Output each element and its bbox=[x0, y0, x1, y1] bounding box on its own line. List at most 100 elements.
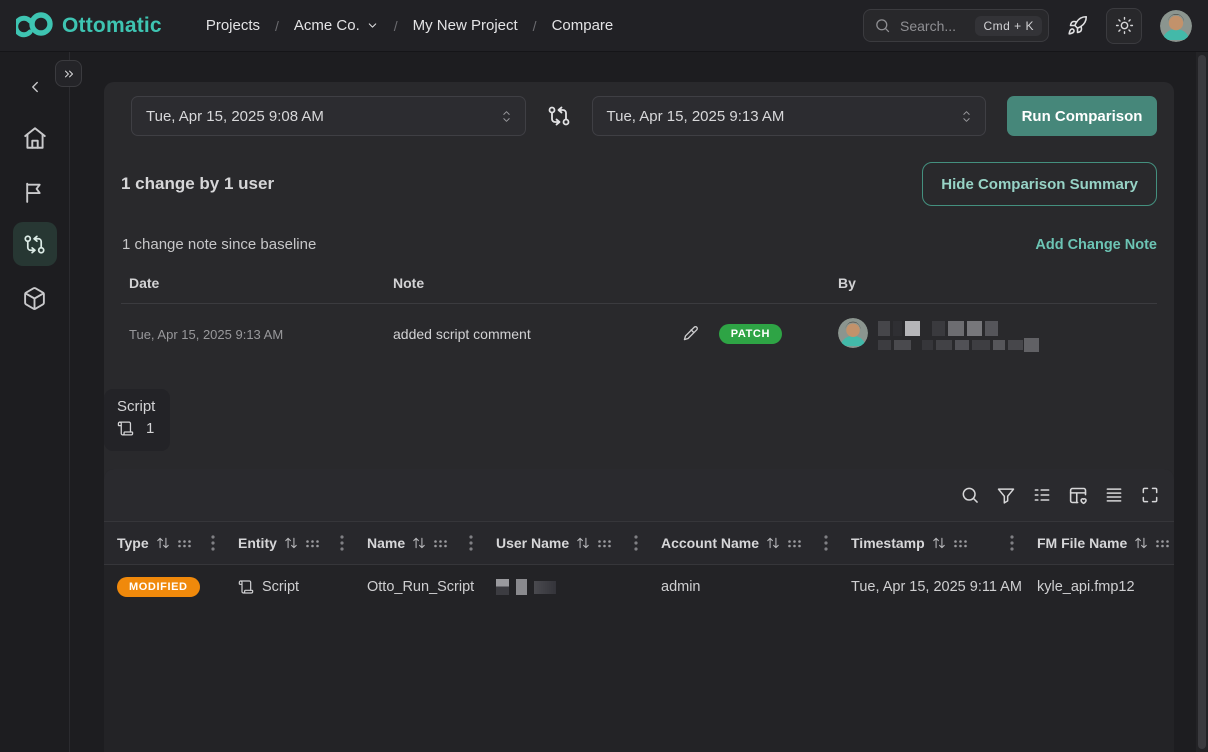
change-note-text: added script comment bbox=[393, 326, 531, 342]
breadcrumb: Projects / Acme Co. / My New Project / C… bbox=[206, 17, 613, 34]
modified-badge: MODIFIED bbox=[117, 577, 200, 597]
column-menu-icon[interactable] bbox=[205, 535, 221, 551]
sidebar-item-home[interactable] bbox=[13, 116, 57, 160]
column-menu-icon[interactable] bbox=[818, 535, 834, 551]
scrollbar-thumb[interactable] bbox=[1198, 55, 1206, 749]
app-logo[interactable]: Ottomatic bbox=[16, 11, 162, 41]
column-menu-icon[interactable] bbox=[628, 535, 644, 551]
drag-handle-icon[interactable] bbox=[953, 538, 968, 549]
search-shortcut-badge: Cmd + K bbox=[975, 16, 1042, 36]
drag-handle-icon[interactable] bbox=[305, 538, 320, 549]
drag-handle-icon[interactable] bbox=[597, 538, 612, 549]
theme-toggle-button[interactable] bbox=[1106, 8, 1142, 44]
chevron-down-icon bbox=[366, 19, 379, 32]
grid-columns-list-icon[interactable] bbox=[1032, 485, 1052, 505]
select-chevrons-icon bbox=[500, 109, 513, 124]
sort-icon[interactable] bbox=[766, 536, 780, 550]
timestamp: Tue, Apr 15, 2025 9:11 AM bbox=[838, 579, 1024, 595]
tab-script[interactable]: Script 1 bbox=[104, 389, 170, 451]
breadcrumb-separator: / bbox=[275, 18, 279, 34]
breadcrumb-separator: / bbox=[533, 18, 537, 34]
run-comparison-button[interactable]: Run Comparison bbox=[1007, 96, 1157, 136]
sort-icon[interactable] bbox=[412, 536, 426, 550]
sort-icon[interactable] bbox=[284, 536, 298, 550]
sidebar-item-deployments[interactable] bbox=[13, 276, 57, 320]
ottomatic-logo-icon bbox=[16, 11, 54, 41]
change-note-row: Tue, Apr 15, 2025 9:13 AM added script c… bbox=[121, 304, 1157, 364]
breadcrumb-separator: / bbox=[394, 18, 398, 34]
account-name: admin bbox=[648, 579, 838, 595]
grid-filter-icon[interactable] bbox=[996, 485, 1016, 505]
git-compare-icon bbox=[23, 233, 46, 256]
search-icon bbox=[874, 17, 891, 34]
sidebar-item-compare[interactable] bbox=[13, 222, 57, 266]
sun-icon bbox=[1115, 16, 1134, 35]
grid-fullscreen-icon[interactable] bbox=[1140, 485, 1160, 505]
column-header-entity: Entity bbox=[225, 522, 354, 564]
sort-icon[interactable] bbox=[156, 536, 170, 550]
breadcrumb-item-projects[interactable]: Projects bbox=[206, 17, 260, 34]
hide-comparison-summary-button[interactable]: Hide Comparison Summary bbox=[922, 162, 1157, 206]
select-chevrons-icon bbox=[960, 109, 973, 124]
baseline-snapshot-select[interactable]: Tue, Apr 15, 2025 9:08 AM bbox=[131, 96, 526, 136]
search-input[interactable]: Search... Cmd + K bbox=[863, 9, 1049, 42]
script-icon bbox=[238, 579, 254, 595]
redacted-fragment bbox=[1024, 338, 1039, 352]
drag-handle-icon[interactable] bbox=[433, 538, 448, 549]
add-change-note-button[interactable]: Add Change Note bbox=[1035, 237, 1157, 253]
breadcrumb-item-project[interactable]: My New Project bbox=[413, 17, 518, 34]
grid-saved-views-icon[interactable] bbox=[1068, 485, 1088, 505]
home-icon bbox=[22, 125, 48, 151]
grid-header-row: Type Entity Name bbox=[104, 521, 1174, 565]
main-content: Tue, Apr 15, 2025 9:08 AM Tue, Apr 15, 2… bbox=[70, 52, 1208, 752]
chevrons-right-icon bbox=[62, 67, 76, 81]
chevron-left-icon bbox=[26, 78, 44, 96]
column-header-type: Type bbox=[104, 522, 225, 564]
script-icon bbox=[117, 420, 134, 437]
grid-search-icon[interactable] bbox=[960, 485, 980, 505]
fm-file-name: kyle_api.fmp12 bbox=[1024, 579, 1139, 595]
sidebar bbox=[0, 52, 70, 752]
column-menu-icon[interactable] bbox=[463, 535, 479, 551]
column-header-account-name: Account Name bbox=[648, 522, 838, 564]
sort-icon[interactable] bbox=[1134, 536, 1148, 550]
redacted-author-name bbox=[878, 318, 1023, 350]
rocket-icon[interactable] bbox=[1067, 15, 1088, 36]
change-notes-title: 1 change note since baseline bbox=[122, 236, 316, 253]
sort-icon[interactable] bbox=[576, 536, 590, 550]
user-avatar[interactable] bbox=[1160, 10, 1192, 42]
sidebar-expand-button[interactable] bbox=[55, 60, 82, 87]
breadcrumb-item-org-dropdown[interactable]: Acme Co. bbox=[294, 17, 379, 34]
patch-badge: PATCH bbox=[719, 324, 782, 344]
drag-handle-icon[interactable] bbox=[177, 538, 192, 549]
column-menu-icon[interactable] bbox=[1004, 535, 1020, 551]
sidebar-back-button[interactable] bbox=[26, 78, 44, 96]
change-note-author bbox=[838, 318, 1157, 350]
column-header-timestamp: Timestamp bbox=[838, 522, 1024, 564]
sidebar-item-milestones[interactable] bbox=[13, 170, 57, 214]
column-menu-icon[interactable] bbox=[334, 535, 350, 551]
drag-handle-icon[interactable] bbox=[787, 538, 802, 549]
column-header-name: Name bbox=[354, 522, 483, 564]
grid-density-icon[interactable] bbox=[1104, 485, 1124, 505]
breadcrumb-item-compare[interactable]: Compare bbox=[552, 17, 614, 34]
app-logo-text: Ottomatic bbox=[62, 14, 162, 38]
column-header-fm-file-name: FM File Name bbox=[1024, 522, 1174, 564]
tab-script-count: 1 bbox=[146, 420, 154, 437]
table-row[interactable]: MODIFIED Script Otto_Run_Script bbox=[104, 565, 1174, 609]
edit-note-icon[interactable] bbox=[681, 325, 699, 343]
tab-script-label: Script bbox=[117, 398, 170, 415]
change-note-date: Tue, Apr 15, 2025 9:13 AM bbox=[129, 327, 393, 342]
drag-handle-icon[interactable] bbox=[1155, 538, 1170, 549]
search-placeholder: Search... bbox=[900, 18, 966, 34]
target-snapshot-select[interactable]: Tue, Apr 15, 2025 9:13 AM bbox=[592, 96, 987, 136]
grid-toolbar bbox=[104, 469, 1174, 521]
sort-icon[interactable] bbox=[932, 536, 946, 550]
topbar: Ottomatic Projects / Acme Co. / My New P… bbox=[0, 0, 1208, 52]
redacted-user-name bbox=[496, 579, 556, 595]
package-icon bbox=[22, 286, 47, 311]
column-header-by: By bbox=[838, 275, 1157, 291]
change-notes-table: Date Note By Tue, Apr 15, 2025 9:13 AM a… bbox=[104, 253, 1174, 364]
compare-bar: Tue, Apr 15, 2025 9:08 AM Tue, Apr 15, 2… bbox=[104, 82, 1174, 136]
column-header-date: Date bbox=[129, 275, 393, 291]
